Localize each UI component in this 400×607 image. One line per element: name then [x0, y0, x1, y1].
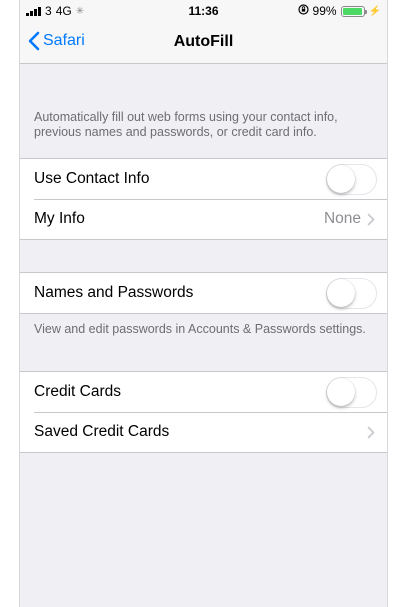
autofill-description: Automatically fill out web forms using y…: [34, 110, 338, 139]
use-contact-info-row: Use Contact Info: [20, 159, 387, 199]
saved-credit-cards-label: Saved Credit Cards: [34, 423, 170, 440]
status-bar: 3 4G ✳ 11:36 99% ⚡: [20, 0, 387, 20]
battery-percent: 99%: [312, 4, 337, 18]
my-info-label: My Info: [34, 210, 85, 227]
chevron-right-icon: [367, 426, 375, 439]
contact-info-group: Use Contact Info My Info None: [20, 158, 387, 240]
credit-cards-toggle[interactable]: [326, 377, 377, 408]
use-contact-info-toggle[interactable]: [326, 164, 377, 195]
my-info-row[interactable]: My Info None: [20, 199, 387, 239]
navigation-bar: Safari AutoFill: [20, 20, 387, 64]
passwords-note: View and edit passwords in Accounts & Pa…: [34, 322, 366, 336]
my-info-value: None: [323, 210, 361, 227]
charging-icon: ⚡: [368, 5, 381, 17]
status-right: 99% ⚡: [297, 4, 381, 18]
names-passwords-toggle[interactable]: [326, 278, 377, 309]
credit-cards-group: Credit Cards Saved Credit Cards: [20, 371, 387, 453]
saved-credit-cards-row[interactable]: Saved Credit Cards: [20, 412, 387, 452]
orientation-lock-icon: [297, 4, 309, 18]
chevron-right-icon: [367, 213, 375, 226]
phone-screen: 3 4G ✳ 11:36 99% ⚡ Safari AutoFill Autom…: [19, 0, 388, 607]
battery-icon: [340, 5, 367, 17]
page-title: AutoFill: [173, 33, 234, 50]
passwords-group: Names and Passwords: [20, 272, 387, 314]
credit-cards-row: Credit Cards: [20, 372, 387, 412]
names-passwords-row: Names and Passwords: [20, 273, 387, 313]
battery-level-fill: [342, 7, 363, 15]
